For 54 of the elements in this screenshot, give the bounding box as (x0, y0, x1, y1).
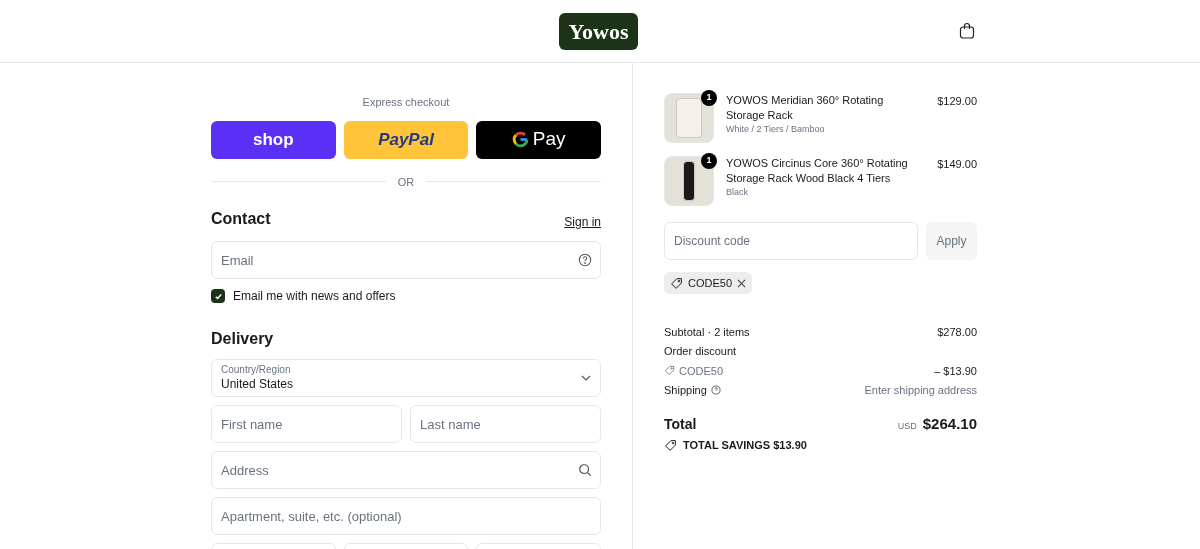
summary-label: Order discount (664, 344, 738, 359)
section-heading: Contact (211, 209, 271, 229)
quantity-badge: 1 (701, 90, 717, 106)
summary-label: Subtotal · 2 items (664, 324, 750, 340)
total-savings: TOTAL SAVINGS $13.90 (683, 438, 807, 453)
email-field[interactable]: Email (211, 241, 601, 279)
close-icon[interactable] (737, 278, 747, 288)
quantity-badge: 1 (701, 153, 717, 169)
summary-value: $278.00 (937, 324, 977, 340)
text-field[interactable]: Last name (410, 405, 601, 443)
tag-icon (664, 365, 675, 377)
summary-value: – $13.90 (934, 363, 977, 379)
product-thumbnail (664, 93, 714, 143)
product-thumbnail (664, 156, 714, 206)
google-g-icon (511, 131, 529, 148)
sign-in-link[interactable]: Sign in (564, 213, 601, 231)
total-label: Total (664, 415, 697, 434)
text-field[interactable]: First name (211, 405, 402, 443)
help-icon (578, 253, 592, 267)
search-icon (578, 463, 592, 477)
section-heading: Delivery (211, 329, 275, 349)
divider-label: OR (397, 174, 415, 190)
newsletter-checkbox[interactable] (211, 289, 225, 303)
paypal-button[interactable]: PayPal (343, 120, 469, 159)
section-label: Express checkout (361, 95, 451, 110)
google-pay-button[interactable]: Pay (476, 120, 601, 159)
select-value: United States (221, 376, 294, 392)
check-icon (213, 291, 223, 301)
shopping-bag-icon[interactable] (959, 22, 975, 39)
select-label: Country/Region (221, 364, 292, 377)
tag-icon (670, 276, 683, 290)
discount-code-field[interactable]: Discount code (664, 222, 918, 260)
product-variant: White / 2 Tiers / Bamboo (726, 123, 826, 136)
currency-label: USD (897, 419, 917, 433)
help-icon (710, 385, 721, 396)
summary-value: Enter shipping address (864, 383, 977, 398)
product-name: YOWOS Circinus Core 360° Rotating Storage Rack Wood Black 4 Tiers (726, 156, 909, 186)
summary-label: Shipping (664, 383, 707, 398)
shop-pay-button[interactable]: shop (211, 120, 336, 159)
apply-button[interactable]: Apply (926, 222, 977, 260)
brand-logo[interactable]: Yowos (558, 12, 639, 50)
text-field[interactable]: Apartment, suite, etc. (optional) (211, 497, 601, 535)
checkbox-label: Email me with news and offers (233, 288, 396, 305)
discount-chip: CODE50 (664, 272, 753, 294)
country-select[interactable]: Country/Region United States (211, 359, 601, 397)
product-name: YOWOS Meridian 360° Rotating Storage Rack (726, 93, 885, 123)
product-price: $149.00 (937, 157, 977, 172)
tag-icon (664, 438, 677, 452)
product-variant: Black (726, 186, 749, 199)
product-price: $129.00 (937, 94, 977, 109)
address-field[interactable]: Address (211, 451, 601, 489)
chevron-down-icon (581, 375, 591, 381)
discount-code: CODE50 (679, 363, 724, 379)
total-value: $264.10 (922, 413, 977, 434)
